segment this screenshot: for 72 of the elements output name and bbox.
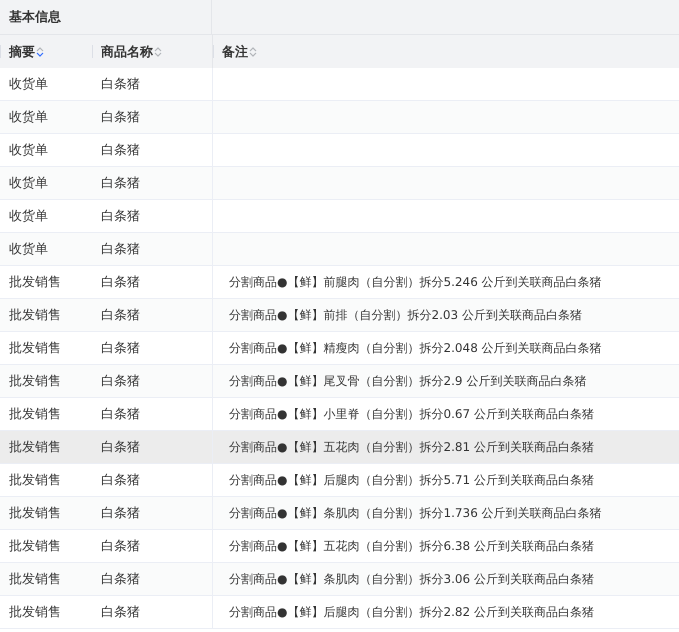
table-cell-text: 白条猪 (100, 604, 141, 622)
sort-icon[interactable] (36, 46, 44, 58)
table-row[interactable]: 批发销售 白条猪 分割商品●【鲜】尾叉骨（自分割）拆分2.9 公斤到关联商品白条猪 (0, 365, 679, 398)
table-cell: 分割商品●【鲜】尾叉骨（自分割）拆分2.9 公斤到关联商品白条猪 (212, 365, 679, 397)
table-cell-text: 批发销售 (8, 439, 62, 457)
table-cell-text: 收货单 (8, 208, 49, 226)
sort-icon[interactable] (249, 46, 257, 58)
sort-icon[interactable] (154, 46, 162, 58)
table-row[interactable]: 收货单 白条猪 (0, 134, 679, 167)
table-row[interactable]: 收货单 白条猪 (0, 233, 679, 266)
table-cell-text: 白条猪 (100, 406, 141, 424)
table-cell-text: 白条猪 (100, 505, 141, 523)
table-cell-text: 批发销售 (8, 505, 62, 523)
table-row[interactable]: 批发销售 白条猪 分割商品●【鲜】前排（自分割）拆分2.03 公斤到关联商品白条猪 (0, 299, 679, 332)
column-header-label: 商品名称 (101, 44, 153, 60)
table-row[interactable]: 批发销售 白条猪 分割商品●【鲜】五花肉（自分割）拆分2.81 公斤到关联商品白条猪 (0, 431, 679, 464)
table-row[interactable]: 收货单 白条猪 (0, 101, 679, 134)
table-cell: 分割商品●【鲜】小里脊（自分割）拆分0.67 公斤到关联商品白条猪 (212, 398, 679, 430)
table-cell-text: 白条猪 (100, 373, 141, 391)
table-cell-text: 白条猪 (100, 472, 141, 490)
table-cell-text: 收货单 (8, 241, 49, 259)
table-cell-text: 白条猪 (100, 241, 141, 259)
table-row[interactable]: 批发销售 白条猪 分割商品●【鲜】精瘦肉（自分割）拆分2.048 公斤到关联商品白条猪 (0, 332, 679, 365)
table-cell-text: 批发销售 (8, 340, 62, 358)
table-cell: 分割商品●【鲜】精瘦肉（自分割）拆分2.048 公斤到关联商品白条猪 (212, 332, 679, 364)
table-row[interactable]: 收货单 白条猪 (0, 167, 679, 200)
table-cell: 分割商品●【鲜】条肌肉（自分割）拆分1.736 公斤到关联商品白条猪 (212, 497, 679, 529)
table-row[interactable]: 批发销售 白条猪 分割商品●【鲜】后腿肉（自分割）拆分2.82 公斤到关联商品白条猪 (0, 596, 679, 629)
table-cell-text: 收货单 (8, 175, 49, 193)
group-header-label: 基本信息 (8, 9, 61, 26)
table-cell-text: 批发销售 (8, 373, 62, 391)
table-cell-text: 收货单 (8, 109, 49, 127)
table-cell-text: 白条猪 (100, 307, 141, 325)
column-header[interactable]: 备注 (212, 35, 679, 68)
table-cell-text: 收货单 (8, 76, 49, 94)
table-cell: 分割商品●【鲜】后腿肉（自分割）拆分2.82 公斤到关联商品白条猪 (212, 596, 679, 628)
table-cell-text: 批发销售 (8, 307, 62, 325)
table-cell-text: 白条猪 (100, 76, 141, 94)
table-cell-text: 白条猪 (100, 274, 141, 292)
table-cell-text: 白条猪 (100, 439, 141, 457)
table-cell-text: 白条猪 (100, 142, 141, 160)
table-cell: 分割商品●【鲜】条肌肉（自分割）拆分3.06 公斤到关联商品白条猪 (212, 563, 679, 595)
table-cell: 分割商品●【鲜】后腿肉（自分割）拆分5.71 公斤到关联商品白条猪 (212, 464, 679, 496)
table-row[interactable]: 批发销售 白条猪 分割商品●【鲜】五花肉（自分割）拆分6.38 公斤到关联商品白条猪 (0, 530, 679, 563)
table-row[interactable]: 收货单 白条猪 (0, 68, 679, 101)
column-header-label: 摘要 (9, 44, 35, 60)
table-row[interactable]: 批发销售 白条猪 分割商品●【鲜】后腿肉（自分割）拆分5.71 公斤到关联商品白条猪 (0, 464, 679, 497)
table-cell-text: 收货单 (8, 142, 49, 160)
table-cell-text: 白条猪 (100, 208, 141, 226)
column-header[interactable]: 摘要 (0, 35, 92, 68)
table-cell-text: 白条猪 (100, 109, 141, 127)
table-cell-text: 批发销售 (8, 472, 62, 490)
table-cell-text: 批发销售 (8, 571, 62, 589)
table-cell-text: 白条猪 (100, 175, 141, 193)
column-header[interactable]: 商品名称 (92, 35, 212, 68)
table-cell-text: 批发销售 (8, 406, 62, 424)
table-row[interactable]: 批发销售 白条猪 分割商品●【鲜】条肌肉（自分割）拆分3.06 公斤到关联商品白条猪 (0, 563, 679, 596)
table-cell-text: 批发销售 (8, 274, 62, 292)
table-cell-text: 白条猪 (100, 571, 141, 589)
table-cell-text: 批发销售 (8, 604, 62, 622)
table-cell: 分割商品●【鲜】前排（自分割）拆分2.03 公斤到关联商品白条猪 (212, 299, 679, 331)
table-row[interactable]: 批发销售 白条猪 分割商品●【鲜】小里脊（自分割）拆分0.67 公斤到关联商品白条猪 (0, 398, 679, 431)
table-cell-text: 白条猪 (100, 340, 141, 358)
table-row[interactable]: 批发销售 白条猪 分割商品●【鲜】条肌肉（自分割）拆分1.736 公斤到关联商品白条猪 (0, 497, 679, 530)
table-row[interactable]: 收货单 白条猪 (0, 200, 679, 233)
table-cell-text: 白条猪 (100, 538, 141, 556)
table-row[interactable]: 批发销售 白条猪 分割商品●【鲜】前腿肉（自分割）拆分5.246 公斤到关联商品白条猪 (0, 266, 679, 299)
table-cell: 分割商品●【鲜】前腿肉（自分割）拆分5.246 公斤到关联商品白条猪 (212, 266, 679, 298)
table-cell: 分割商品●【鲜】五花肉（自分割）拆分6.38 公斤到关联商品白条猪 (212, 530, 679, 562)
column-header-label: 备注 (222, 44, 248, 60)
table-cell-text: 批发销售 (8, 538, 62, 556)
table-cell: 分割商品●【鲜】五花肉（自分割）拆分2.81 公斤到关联商品白条猪 (212, 431, 679, 463)
